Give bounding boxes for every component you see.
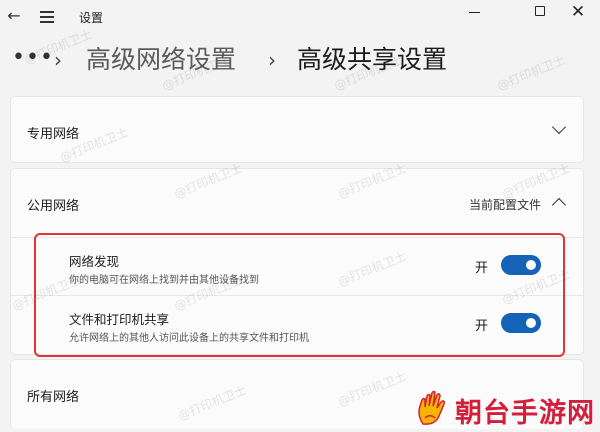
private-network-section[interactable]: 专用网络 [10,96,584,163]
chevron-up-icon[interactable] [551,197,567,213]
hamburger-menu-icon[interactable] [36,5,58,27]
close-button[interactable]: ✕ [555,0,600,26]
brand-logo: 朝台手游网 [405,386,600,432]
title-bar: ← 设置 ✕ [0,0,600,32]
minimize-button[interactable] [452,0,498,26]
watermark-text: @打印机卫士 [495,52,568,93]
chevron-down-icon[interactable] [551,119,567,135]
back-arrow-icon[interactable]: ← [2,5,26,27]
all-networks-label: 所有网络 [27,390,80,405]
breadcrumb-separator-icon: › [268,48,276,72]
hand-logo-icon [418,390,445,425]
annotation-highlight-box [34,233,565,357]
window-title: 设置 [79,11,104,25]
public-network-label[interactable]: 公用网络 [27,195,79,214]
private-network-label: 专用网络 [27,127,80,142]
brand-text: 朝台手游网 [455,398,595,429]
